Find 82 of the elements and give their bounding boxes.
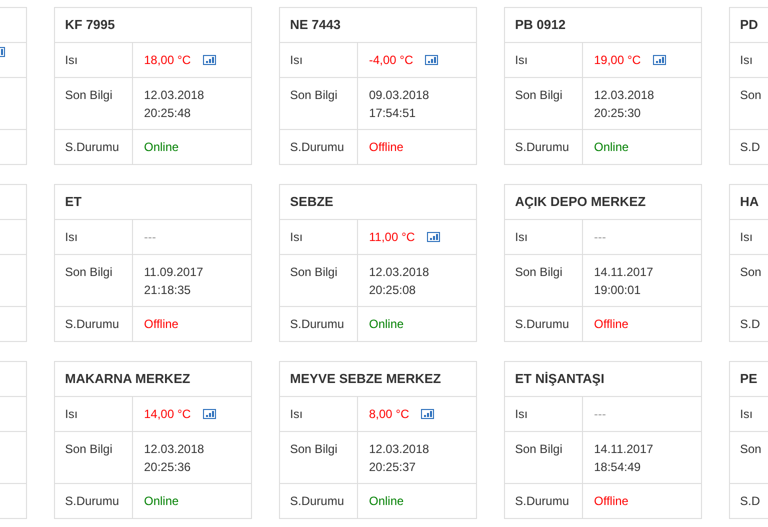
chart-icon[interactable] [421, 409, 434, 419]
timestamp: 12.03.2018 20:25:48 [144, 87, 204, 122]
card-title: HA [740, 193, 759, 212]
card-title: SEBZE [290, 193, 334, 212]
field-label: S.Durumu [290, 140, 344, 154]
temperature-value: 11,00 °C [369, 229, 415, 246]
card-title: NE 7443 [290, 16, 341, 34]
field-label: Isı [739, 52, 754, 69]
field-label: Isı [65, 407, 78, 421]
field-label: S.Durumu [290, 317, 344, 331]
field-label: Son [739, 87, 762, 104]
card-title: KF 7995 [65, 16, 115, 34]
field-label: Isı [290, 230, 303, 244]
temperature-value: 8,00 °C [369, 406, 410, 423]
chart-icon[interactable] [426, 232, 440, 242]
chart-icon[interactable] [202, 55, 216, 65]
field-label: Son Bilgi [515, 265, 562, 279]
field-label: S.D [739, 316, 762, 333]
status-value: Offline [369, 139, 404, 156]
field-label: Son Bilgi [65, 88, 112, 102]
status-value: Online [369, 316, 404, 333]
field-label: S.Durumu [65, 140, 120, 154]
temperature-value: -4,00 °C [369, 52, 414, 69]
field-label: S.D [739, 493, 762, 510]
status-value: Offline [594, 316, 628, 333]
field-label: Isı [290, 407, 303, 421]
field-label: Isı [65, 230, 78, 244]
field-label: Isı [515, 407, 528, 421]
field-label: S.Durumu [515, 140, 570, 154]
field-label: Son Bilgi [515, 442, 562, 456]
chart-icon[interactable] [652, 55, 666, 65]
field-label: Isı [739, 229, 754, 246]
card-title: PB 0912 [515, 16, 566, 34]
timestamp: 09.03.2018 17:54:51 [369, 87, 430, 122]
timestamp: 14.11.2017 19:00:01 [594, 264, 654, 299]
field-label: Isı [515, 230, 528, 244]
temperature-value: 18,00 °C [144, 52, 191, 69]
card-title: MEYVE SEBZE MERKEZ [290, 370, 441, 388]
field-label: Son Bilgi [290, 88, 338, 102]
timestamp: 14.11.2017 18:54:49 [594, 441, 654, 476]
field-label: Son Bilgi [290, 442, 338, 456]
chart-icon[interactable] [425, 55, 438, 65]
field-label: S.Durumu [290, 494, 344, 508]
field-label: S.Durumu [515, 317, 570, 331]
card-title: ET NİŞANTAŞI [515, 370, 604, 388]
card-title: MAKARNA MERKEZ [65, 370, 190, 388]
temperature-value: --- [144, 229, 156, 246]
timestamp: 12.03.2018 20:25:30 [594, 87, 654, 122]
temperature-value: 19,00 °C [594, 52, 641, 69]
status-value: Online [144, 493, 179, 510]
chart-icon[interactable] [0, 47, 5, 57]
timestamp: 12.03.2018 20:25:08 [369, 264, 430, 299]
status-value: Online [594, 139, 629, 156]
field-label: Isı [739, 406, 754, 423]
field-label: Son Bilgi [65, 265, 112, 279]
card-title: ET [65, 193, 82, 212]
field-label: Isı [290, 53, 303, 67]
timestamp: 11.09.2017 21:18:35 [144, 264, 204, 299]
field-label: S.D [739, 139, 762, 156]
status-value: Offline [144, 316, 178, 333]
field-label: Son [739, 264, 762, 281]
card-title: AÇIK DEPO MERKEZ [515, 193, 646, 212]
chart-icon[interactable] [202, 409, 216, 419]
status-value: Offline [594, 493, 628, 510]
field-label: Son Bilgi [65, 442, 112, 456]
status-value: Online [369, 493, 404, 510]
field-label: S.Durumu [515, 494, 570, 508]
status-value: Online [144, 139, 179, 156]
field-label: Isı [65, 53, 78, 67]
temperature-value: --- [594, 229, 606, 246]
field-label: Isı [515, 53, 528, 67]
temperature-value: --- [594, 406, 606, 423]
card-title: PD [740, 16, 758, 34]
timestamp: 12.03.2018 20:25:36 [144, 441, 204, 476]
field-label: Son Bilgi [290, 265, 338, 279]
temperature-value: 14,00 °C [144, 406, 191, 423]
card-title: PE [740, 370, 758, 388]
field-label: S.Durumu [65, 317, 120, 331]
field-label: S.Durumu [65, 494, 120, 508]
field-label: Son [739, 441, 762, 458]
field-label: Son Bilgi [515, 88, 562, 102]
timestamp: 12.03.2018 20:25:37 [369, 441, 430, 476]
